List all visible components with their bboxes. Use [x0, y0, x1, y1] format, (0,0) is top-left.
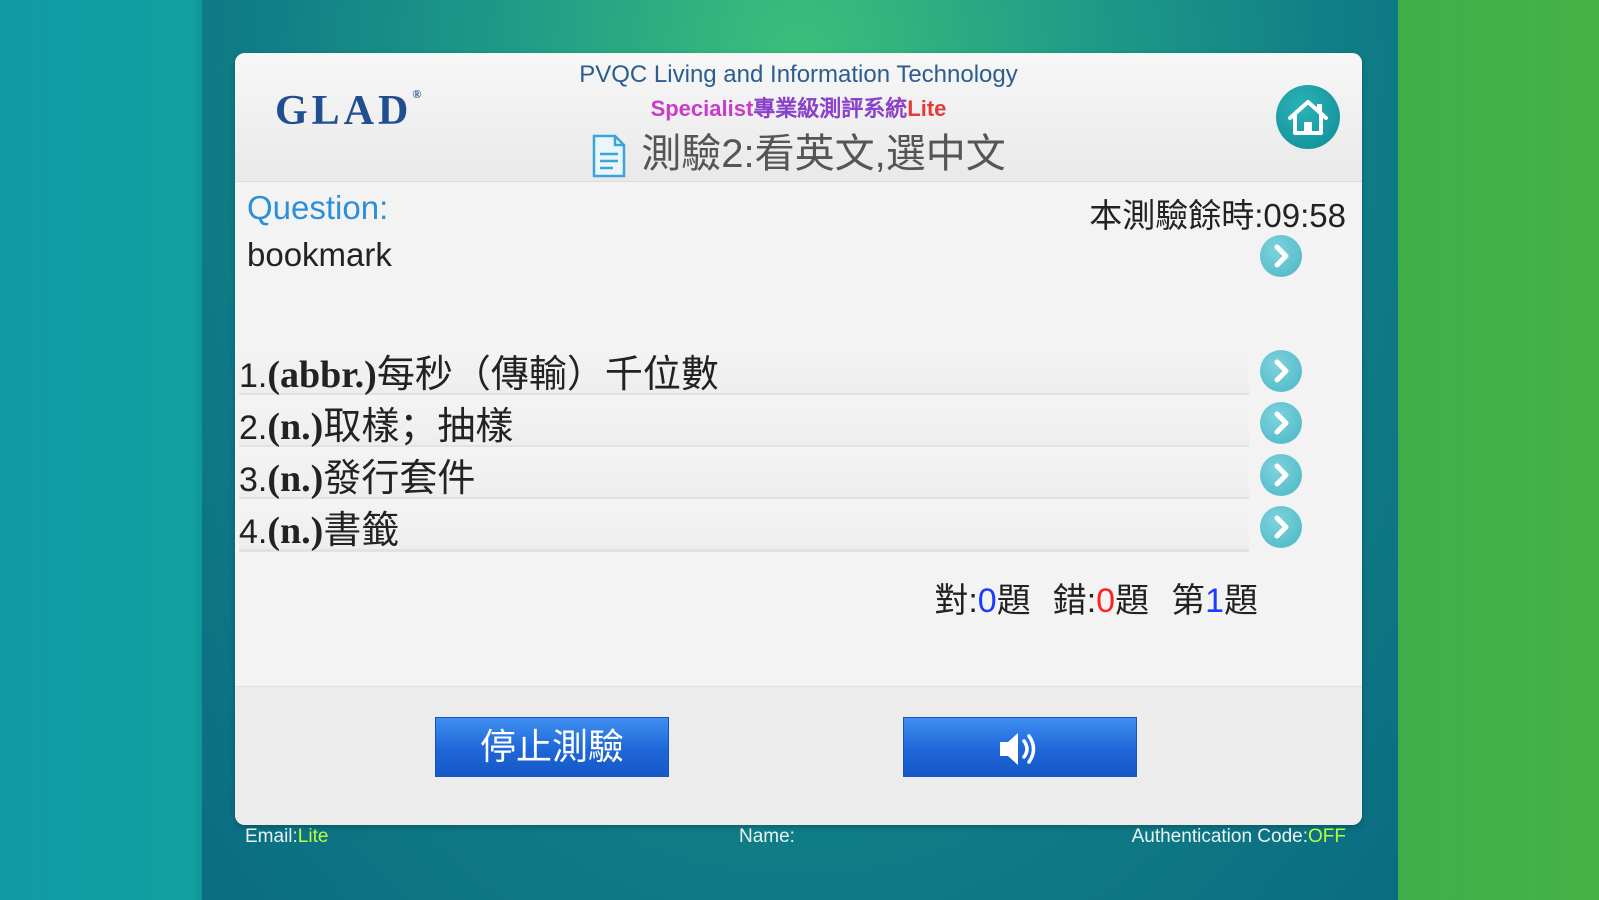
chevron-right-icon	[1274, 359, 1289, 383]
quiz-card: GLAD® PVQC Living and Information Techno…	[235, 53, 1362, 825]
chevron-right-icon	[1274, 411, 1289, 435]
question-word: bookmark	[247, 236, 392, 273]
chevron-right-icon	[1274, 515, 1289, 539]
option-2-arrow-button[interactable]	[1260, 402, 1302, 444]
chevron-right-icon	[1274, 244, 1289, 268]
app-subtitle: Specialist專業級測評系統Lite	[650, 96, 947, 121]
speaker-icon	[1000, 733, 1036, 766]
option-4-arrow-button[interactable]	[1260, 506, 1302, 548]
timer: 本測驗餘時:09:58	[1089, 197, 1346, 234]
option-4[interactable]: 4.(n.)書籤	[239, 499, 1249, 552]
question-number: 1	[1205, 582, 1224, 620]
app-title: PVQC Living and Information Technology	[579, 61, 1018, 88]
score-stats: 對:0題 錯:0題 第1題	[934, 582, 1258, 620]
test-title: 測驗2:看英文,選中文	[235, 121, 1362, 179]
play-sound-button[interactable]	[903, 717, 1137, 777]
option-2[interactable]: 2.(n.)取樣；抽樣	[239, 395, 1249, 448]
wrong-count: 0	[1096, 582, 1116, 620]
question-label: Question:	[247, 189, 389, 226]
home-icon	[1288, 100, 1328, 135]
option-3[interactable]: 3.(n.)發行套件	[239, 447, 1249, 500]
button-bar: 停止測驗	[235, 686, 1362, 825]
correct-count: 0	[977, 582, 997, 620]
auth-status: Authentication Code:OFF	[1131, 826, 1346, 847]
chevron-right-icon	[1274, 463, 1289, 487]
next-arrow-button[interactable]	[1260, 235, 1302, 277]
header: GLAD® PVQC Living and Information Techno…	[235, 53, 1362, 182]
document-icon	[593, 135, 626, 178]
stop-test-button[interactable]: 停止測驗	[435, 717, 669, 777]
option-1[interactable]: 1.(abbr.)每秒（傳輸）千位數	[239, 343, 1249, 396]
option-3-arrow-button[interactable]	[1260, 454, 1302, 496]
option-1-arrow-button[interactable]	[1260, 350, 1302, 392]
home-button[interactable]	[1276, 85, 1340, 149]
name-status: Name:	[739, 826, 795, 847]
status-bar: Email:Lite Name: Authentication Code:OFF	[245, 826, 1346, 856]
email-status: Email:Lite	[245, 826, 329, 847]
